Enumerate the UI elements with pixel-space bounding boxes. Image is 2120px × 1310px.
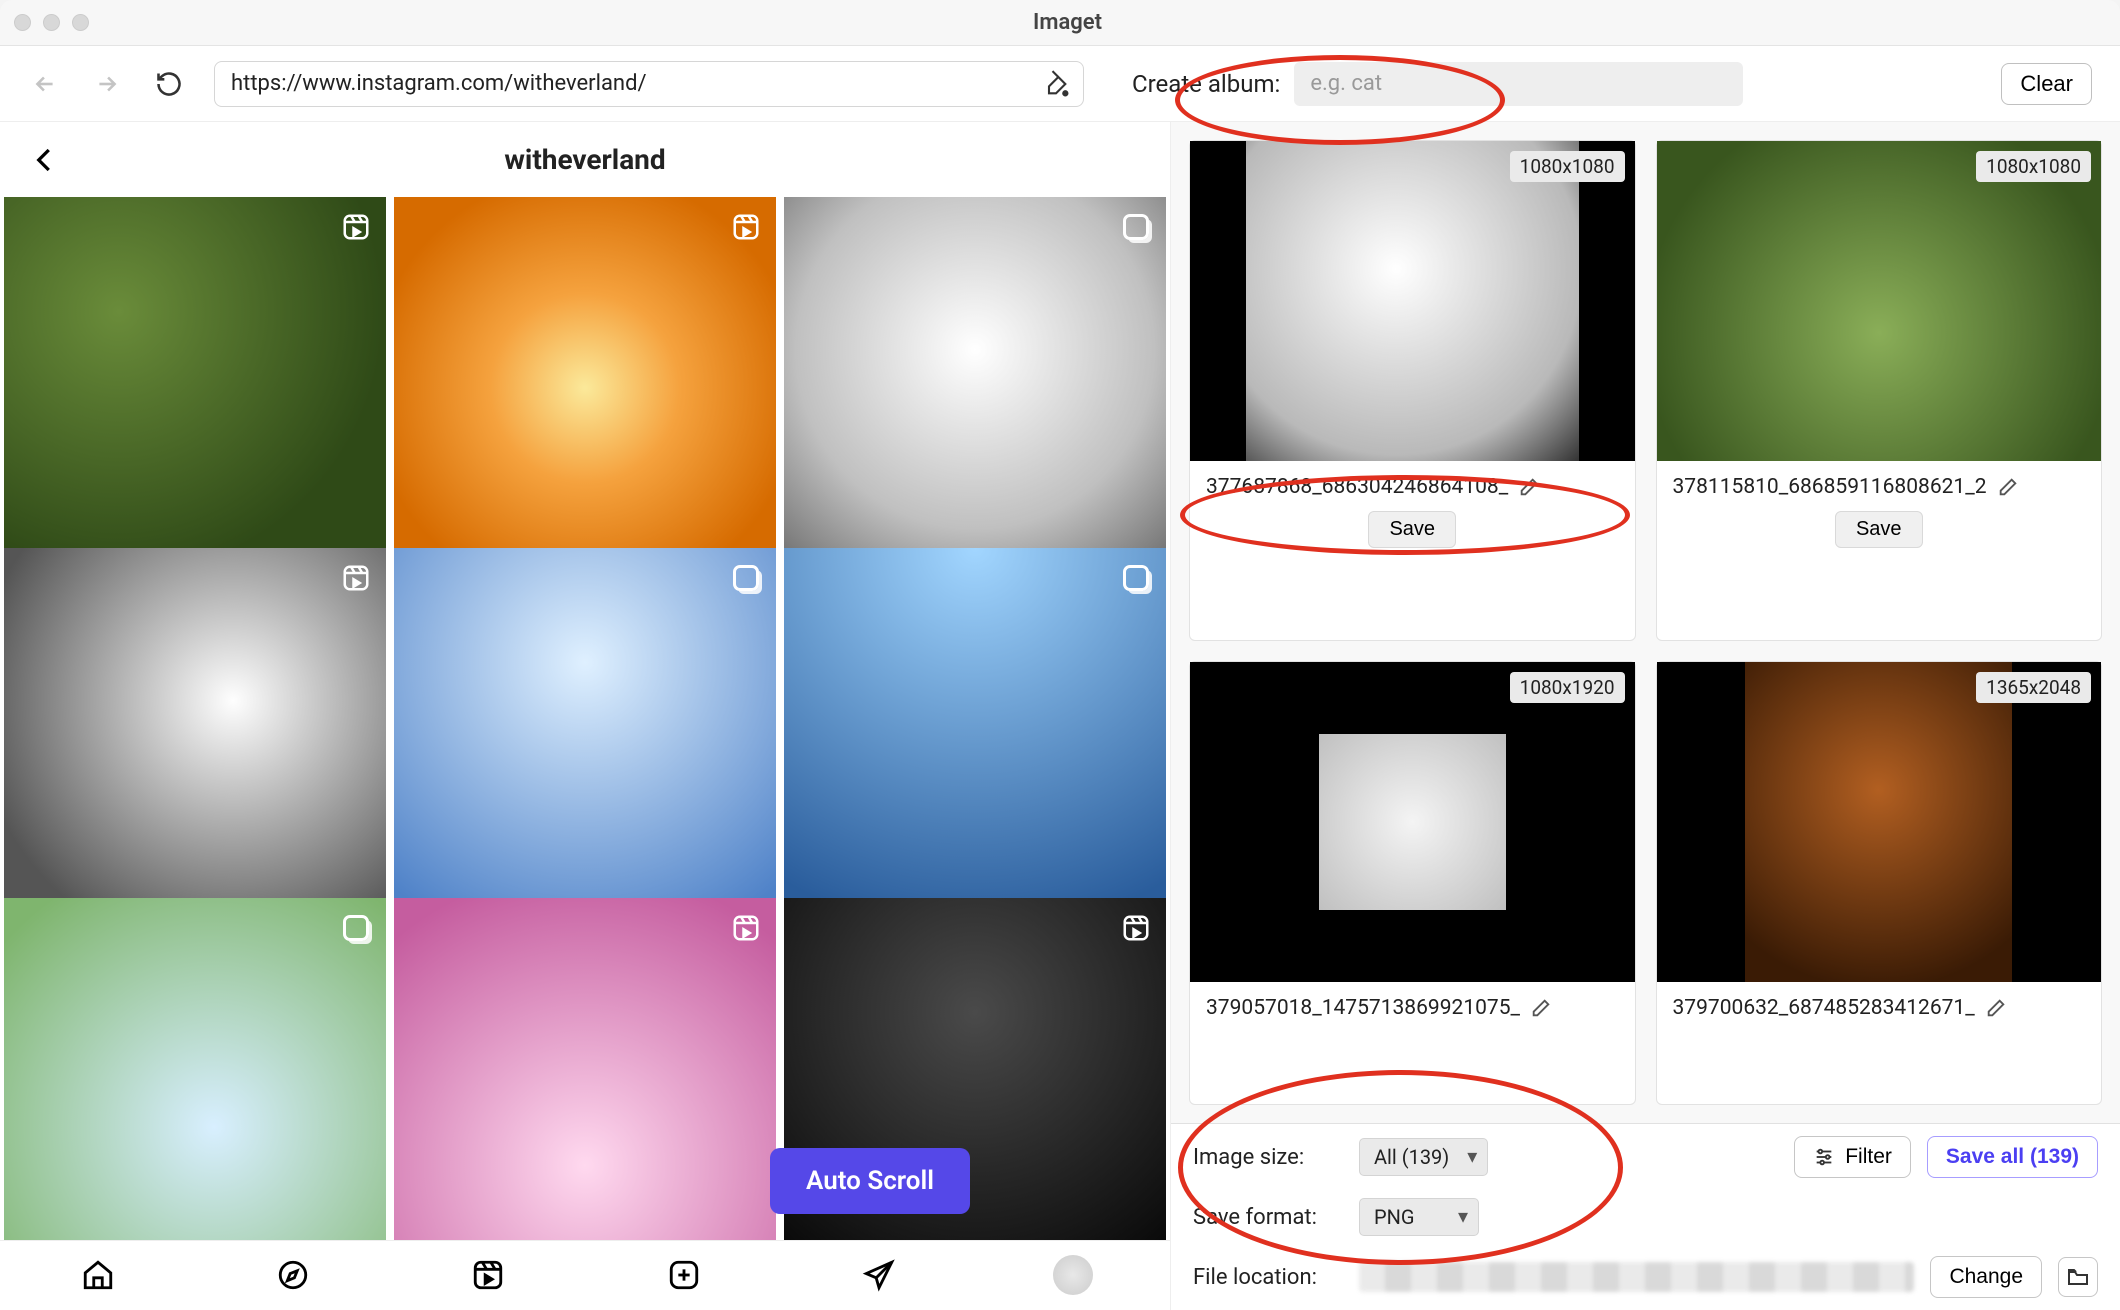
album-name-input[interactable]: e.g. cat [1294,62,1743,106]
multi-post-icon [338,910,374,946]
thumbnail[interactable]: 1080x1080 [1190,141,1635,461]
dimensions-badge: 1365x2048 [1976,672,2091,703]
edit-filename-icon[interactable] [1985,997,2007,1019]
image-card: 1080x1080 377687868_686304246864108_ Sav… [1189,140,1636,641]
edit-filename-icon[interactable] [1997,476,2019,498]
traffic-lights [14,14,89,31]
edit-filename-icon[interactable] [1530,997,1552,1019]
multi-post-icon [728,560,764,596]
filename-text: 378115810_686859116808621_2 [1673,475,1987,499]
minimize-window-icon[interactable] [43,14,60,31]
reel-icon [1118,910,1154,946]
reel-icon [338,560,374,596]
filename-text: 379700632_687485283412671_ [1673,996,1975,1020]
thumbnail[interactable]: 1080x1080 [1657,141,2102,461]
explore-icon[interactable] [272,1254,314,1296]
back-chevron-icon[interactable] [30,145,60,175]
instagram-bottom-nav [0,1240,1170,1310]
main-split: witheverland Auto Scroll 1 [0,122,2120,1310]
grid-tile[interactable] [4,548,386,930]
profile-name: witheverland [60,143,1110,176]
window-titlebar: Imaget [0,0,2120,46]
settings-panel: Image size: All (139) Filter Save all (1… [1171,1123,2120,1310]
post-grid [0,197,1170,1240]
open-folder-button[interactable] [2058,1257,2098,1297]
thumbnail[interactable]: 1365x2048 [1657,662,2102,982]
grid-tile[interactable] [394,898,776,1240]
multi-post-icon [1118,209,1154,245]
grid-tile[interactable] [784,197,1166,579]
dimensions-badge: 1080x1080 [1976,151,2091,182]
back-button[interactable] [28,67,62,101]
file-location-value [1359,1262,1914,1292]
clear-button[interactable]: Clear [2001,63,2092,105]
file-location-label: File location: [1193,1265,1343,1290]
home-icon[interactable] [77,1254,119,1296]
edit-filename-icon[interactable] [1518,476,1540,498]
filename-text: 379057018_1475713869921075_ [1206,996,1520,1020]
save-format-select[interactable]: PNG [1359,1198,1479,1236]
multi-post-icon [1118,560,1154,596]
image-size-label: Image size: [1193,1145,1343,1170]
reel-icon [728,910,764,946]
url-bar[interactable]: https://www.instagram.com/witheverland/ [214,61,1084,107]
profile-avatar-icon[interactable] [1053,1255,1093,1295]
save-format-label: Save format: [1193,1205,1343,1230]
save-image-button[interactable]: Save [1368,511,1456,548]
grid-tile[interactable] [4,898,386,1240]
create-post-icon[interactable] [663,1254,705,1296]
auto-scroll-button[interactable]: Auto Scroll [770,1148,970,1214]
reload-button[interactable] [152,67,186,101]
grid-tile[interactable] [4,197,386,579]
image-card: 1080x1920 379057018_1475713869921075_ [1189,661,1636,1105]
close-window-icon[interactable] [14,14,31,31]
image-card: 1080x1080 378115810_686859116808621_2 Sa… [1656,140,2103,641]
grid-tile[interactable] [394,548,776,930]
top-toolbar: https://www.instagram.com/witheverland/ … [0,46,2120,122]
reel-icon [338,209,374,245]
image-size-select[interactable]: All (139) [1359,1138,1488,1176]
profile-header: witheverland [0,122,1170,197]
right-panel: 1080x1080 377687868_686304246864108_ Sav… [1170,122,2120,1310]
image-card: 1365x2048 379700632_687485283412671_ [1656,661,2103,1105]
image-cards: 1080x1080 377687868_686304246864108_ Sav… [1171,122,2120,1123]
zoom-window-icon[interactable] [72,14,89,31]
messages-icon[interactable] [858,1254,900,1296]
paintbucket-icon[interactable] [1042,70,1070,98]
url-bar-wrap: https://www.instagram.com/witheverland/ [214,61,1084,107]
grid-tile[interactable] [784,548,1166,930]
url-text: https://www.instagram.com/witheverland/ [231,71,647,96]
window-title: Imaget [89,10,2046,35]
filter-button[interactable]: Filter [1794,1136,1911,1178]
dimensions-badge: 1080x1920 [1510,672,1625,703]
save-image-button[interactable]: Save [1835,511,1923,548]
forward-button[interactable] [90,67,124,101]
save-all-button[interactable]: Save all (139) [1927,1136,2098,1178]
grid-tile[interactable] [394,197,776,579]
left-panel: witheverland Auto Scroll [0,122,1170,1310]
album-placeholder: e.g. cat [1310,71,1382,96]
filename-text: 377687868_686304246864108_ [1206,475,1508,499]
dimensions-badge: 1080x1080 [1510,151,1625,182]
change-location-button[interactable]: Change [1930,1256,2042,1298]
create-album-label: Create album: [1132,70,1280,98]
reels-icon[interactable] [467,1254,509,1296]
thumbnail[interactable]: 1080x1920 [1190,662,1635,982]
right-toolbar: Create album: e.g. cat Clear [1112,62,2092,106]
reel-icon [728,209,764,245]
